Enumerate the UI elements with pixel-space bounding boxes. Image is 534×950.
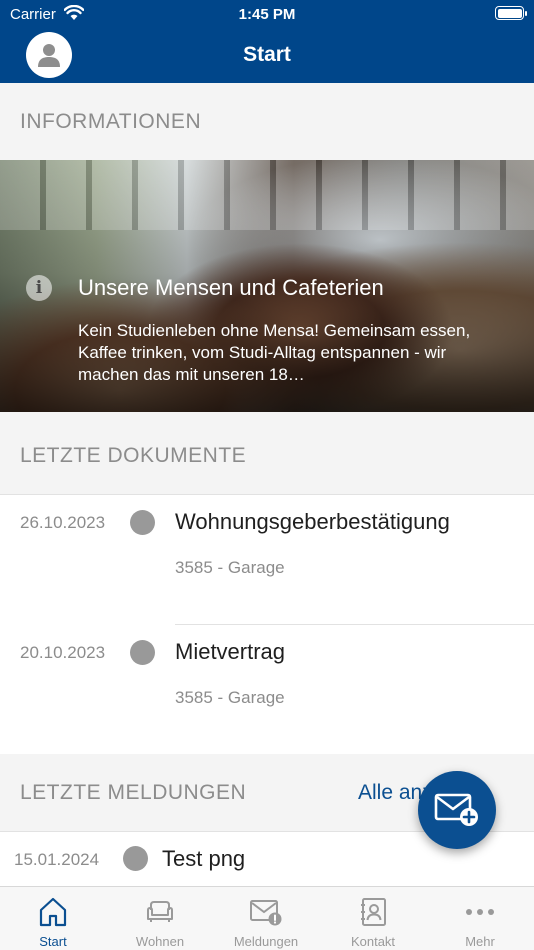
document-subtitle: 3585 - Garage [175,688,285,707]
status-dot [130,510,155,535]
section-title: LETZTE MELDUNGEN [20,781,247,804]
document-subtitle: 3585 - Garage [175,558,285,577]
document-date: 26.10.2023 [20,513,106,532]
tab-label: Start [39,934,67,949]
tab-wohnen[interactable]: Wohnen [107,887,213,950]
tab-label: Meldungen [233,934,299,949]
document-name: Mietvertrag [175,639,286,664]
tab-mehr[interactable]: Mehr [427,887,533,950]
status-dot [123,846,148,871]
contact-book-icon [361,898,386,926]
info-icon: i [26,275,52,301]
tab-meldungen[interactable]: Meldungen [213,887,319,950]
document-row[interactable]: 26.10.2023 Wohnungsgeberbestätigung 3585… [0,495,534,625]
tab-label: Wohnen [135,934,185,949]
section-title: INFORMATIONEN [20,110,202,133]
tab-label: Kontakt [350,934,396,949]
banner-title: Unsere Mensen und Cafeterien [78,275,384,300]
document-name: Wohnungsgeberbestätigung [175,509,450,534]
document-date: 20.10.2023 [20,643,106,662]
informationen-section-header: INFORMATIONEN [0,83,534,161]
banner-text: Kein Studienleben ohne Mensa! Gemeinsam … [78,321,471,384]
section-title: LETZTE DOKUMENTE [20,444,247,467]
tab-label: Mehr [465,934,495,949]
status-bar: Carrier 1:45 PM [0,0,534,28]
status-dot [130,640,155,665]
tab-bar: Start Wohnen Meldungen Kontakt Mehr [0,886,534,950]
mail-add-icon [434,793,478,826]
tab-start[interactable]: Start [0,887,106,950]
app-header: Carrier 1:45 PM Start [0,0,534,83]
info-banner-card[interactable]: i Unsere Mensen und Cafeterien Kein Stud… [0,160,534,412]
page-title: Start [243,43,291,66]
battery-icon [495,6,527,20]
home-icon [39,897,67,927]
tab-kontakt[interactable]: Kontakt [320,887,426,950]
mail-alert-icon [250,900,282,926]
message-name: Test png [162,846,246,871]
message-date: 15.01.2024 [14,850,100,869]
sofa-icon [147,901,173,922]
clock: 1:45 PM [238,6,296,23]
documents-list: 26.10.2023 Wohnungsgeberbestätigung 3585… [0,495,534,754]
documents-section-header: LETZTE DOKUMENTE [0,417,534,495]
new-message-fab[interactable] [418,771,496,849]
more-dots-icon [466,909,494,915]
document-row[interactable]: 20.10.2023 Mietvertrag 3585 - Garage [0,625,534,755]
